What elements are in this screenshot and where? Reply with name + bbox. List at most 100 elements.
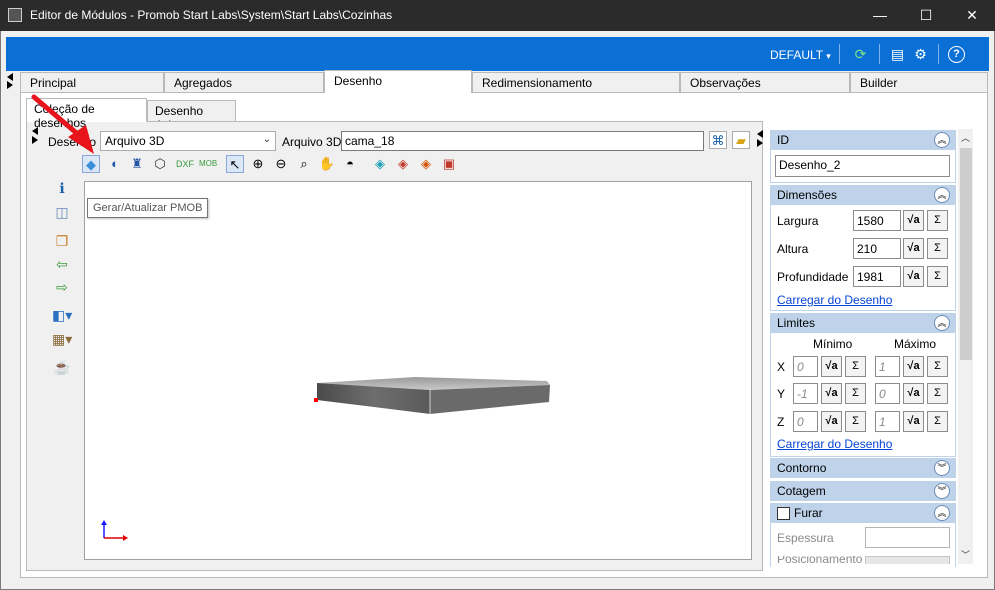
scrollbar-thumb[interactable]: [960, 148, 972, 360]
file-input[interactable]: cama_18: [341, 131, 704, 151]
section-dimensoes[interactable]: Dimensões ︽: [770, 185, 956, 205]
drawing-type-select[interactable]: Arquivo 3D ⌄: [100, 131, 276, 151]
z-max-input[interactable]: 1: [875, 411, 900, 432]
y-max-formula-button[interactable]: √a: [903, 383, 924, 404]
expand-right-icon[interactable]: [757, 139, 763, 147]
tab-agregados[interactable]: Agregados: [164, 72, 324, 92]
maximize-button[interactable]: ☐: [903, 0, 949, 31]
annotation-arrow: [31, 94, 94, 154]
largura-input[interactable]: 1580: [853, 210, 901, 231]
collapse-left-icon[interactable]: [757, 130, 763, 138]
altura-input[interactable]: 210: [853, 238, 901, 259]
import-model-icon[interactable]: ♜: [128, 155, 146, 173]
x-max-sum-button[interactable]: Σ: [927, 356, 948, 377]
list-icon[interactable]: ▤: [889, 46, 906, 63]
section-id[interactable]: ID ︽: [770, 130, 956, 150]
z-max-formula-button[interactable]: √a: [903, 411, 924, 432]
limites-load-link[interactable]: Carregar do Desenho: [777, 437, 892, 451]
select-cursor-icon[interactable]: ↖: [226, 155, 244, 173]
section-furar[interactable]: Furar ︽: [770, 503, 956, 523]
altura-sum-button[interactable]: Σ: [927, 238, 948, 259]
info-icon[interactable]: ℹ: [52, 178, 72, 198]
view-side-icon[interactable]: ◈: [394, 155, 412, 173]
collapse-icon[interactable]: ︽: [934, 187, 950, 203]
x-min-formula-button[interactable]: √a: [821, 356, 842, 377]
collapse-icon[interactable]: ︽: [934, 505, 950, 521]
y-label: Y: [777, 387, 786, 401]
window-titlebar: Editor de Módulos - Promob Start Labs\Sy…: [0, 0, 995, 31]
tab-desenho[interactable]: Desenho: [324, 70, 472, 93]
x-max-formula-button[interactable]: √a: [903, 356, 924, 377]
binoculars-icon[interactable]: ⌘: [709, 131, 727, 149]
pan-hand-icon[interactable]: ✋: [318, 155, 336, 173]
arrow-right-icon[interactable]: ⇨: [52, 277, 72, 297]
orbit-icon[interactable]: ◓: [341, 155, 359, 173]
section-cotagem-title: Cotagem: [777, 484, 826, 498]
id-input[interactable]: Desenho_2: [775, 155, 950, 177]
refresh-icon[interactable]: ⟳: [852, 46, 869, 63]
zoom-fit-icon[interactable]: ⌕: [295, 155, 313, 173]
section-cotagem[interactable]: Cotagem ︾: [770, 481, 956, 501]
subtab-desenho-unico[interactable]: Desenho único: [147, 100, 236, 132]
minimize-button[interactable]: —: [857, 0, 903, 31]
y-min-sum-button[interactable]: Σ: [845, 383, 866, 404]
zoom-out-icon[interactable]: ⊖: [272, 155, 290, 173]
largura-sum-button[interactable]: Σ: [927, 210, 948, 231]
altura-formula-button[interactable]: √a: [903, 238, 924, 259]
y-max-input[interactable]: 0: [875, 383, 900, 404]
largura-formula-button[interactable]: √a: [903, 210, 924, 231]
shape-dropdown-icon[interactable]: ◧▾: [52, 305, 72, 325]
y-min-formula-button[interactable]: √a: [821, 383, 842, 404]
section-limites[interactable]: Limites ︽: [770, 313, 956, 333]
z-min-formula-button[interactable]: √a: [821, 411, 842, 432]
section-contorno[interactable]: Contorno ︾: [770, 458, 956, 478]
scroll-up-icon[interactable]: ︿: [961, 131, 970, 144]
section-dimensoes-title: Dimensões: [777, 188, 838, 202]
sphere-icon[interactable]: ◐: [106, 155, 124, 173]
box-dropdown-icon[interactable]: ▦▾: [52, 329, 72, 349]
view-front-icon[interactable]: ◈: [371, 155, 389, 173]
expand-icon[interactable]: ︾: [934, 483, 950, 499]
expand-icon[interactable]: ︾: [934, 460, 950, 476]
layers-icon[interactable]: ◫: [52, 202, 72, 222]
tab-principal[interactable]: Principal: [20, 72, 164, 92]
expand-right-icon[interactable]: [7, 81, 13, 89]
espessura-input[interactable]: [865, 527, 950, 548]
zoom-in-icon[interactable]: ⊕: [249, 155, 267, 173]
dimensoes-load-link[interactable]: Carregar do Desenho: [777, 293, 892, 307]
help-icon[interactable]: ?: [948, 46, 965, 63]
folder-icon[interactable]: ▰: [732, 131, 750, 149]
arrow-left-icon[interactable]: ⇦: [52, 254, 72, 274]
tab-builder[interactable]: Builder: [850, 72, 988, 92]
settings-icon[interactable]: ⚙: [912, 46, 929, 63]
3d-viewport[interactable]: [84, 181, 752, 560]
collapse-left-icon[interactable]: [7, 73, 13, 81]
tab-observacoes[interactable]: Observações: [680, 72, 850, 92]
furar-checkbox[interactable]: [777, 507, 790, 520]
view-top-icon[interactable]: ◈: [417, 155, 435, 173]
import-mob-icon[interactable]: MOB: [199, 155, 217, 173]
view-iso-icon[interactable]: ▣: [440, 155, 458, 173]
profundidade-sum-button[interactable]: Σ: [927, 266, 948, 287]
wireframe-box-icon[interactable]: ⬡: [151, 155, 169, 173]
z-min-sum-button[interactable]: Σ: [845, 411, 866, 432]
preset-dropdown[interactable]: DEFAULT ▾: [770, 48, 831, 62]
teapot-icon[interactable]: ☕: [52, 357, 72, 377]
x-max-input[interactable]: 1: [875, 356, 900, 377]
add-component-icon[interactable]: ❒: [52, 231, 72, 251]
tab-redimensionamento[interactable]: Redimensionamento: [472, 72, 680, 92]
x-min-input[interactable]: 0: [793, 356, 818, 377]
import-dxf-icon[interactable]: DXF: [176, 155, 194, 173]
y-max-sum-button[interactable]: Σ: [927, 383, 948, 404]
close-button[interactable]: ✕: [949, 0, 995, 31]
profundidade-input[interactable]: 1981: [853, 266, 901, 287]
x-min-sum-button[interactable]: Σ: [845, 356, 866, 377]
z-min-input[interactable]: 0: [793, 411, 818, 432]
scroll-down-icon[interactable]: ﹀: [961, 548, 970, 561]
z-max-sum-button[interactable]: Σ: [927, 411, 948, 432]
y-min-input[interactable]: -1: [793, 383, 818, 404]
collapse-icon[interactable]: ︽: [934, 132, 950, 148]
posicionamento-select[interactable]: [865, 556, 950, 564]
collapse-icon[interactable]: ︽: [934, 315, 950, 331]
profundidade-formula-button[interactable]: √a: [903, 266, 924, 287]
